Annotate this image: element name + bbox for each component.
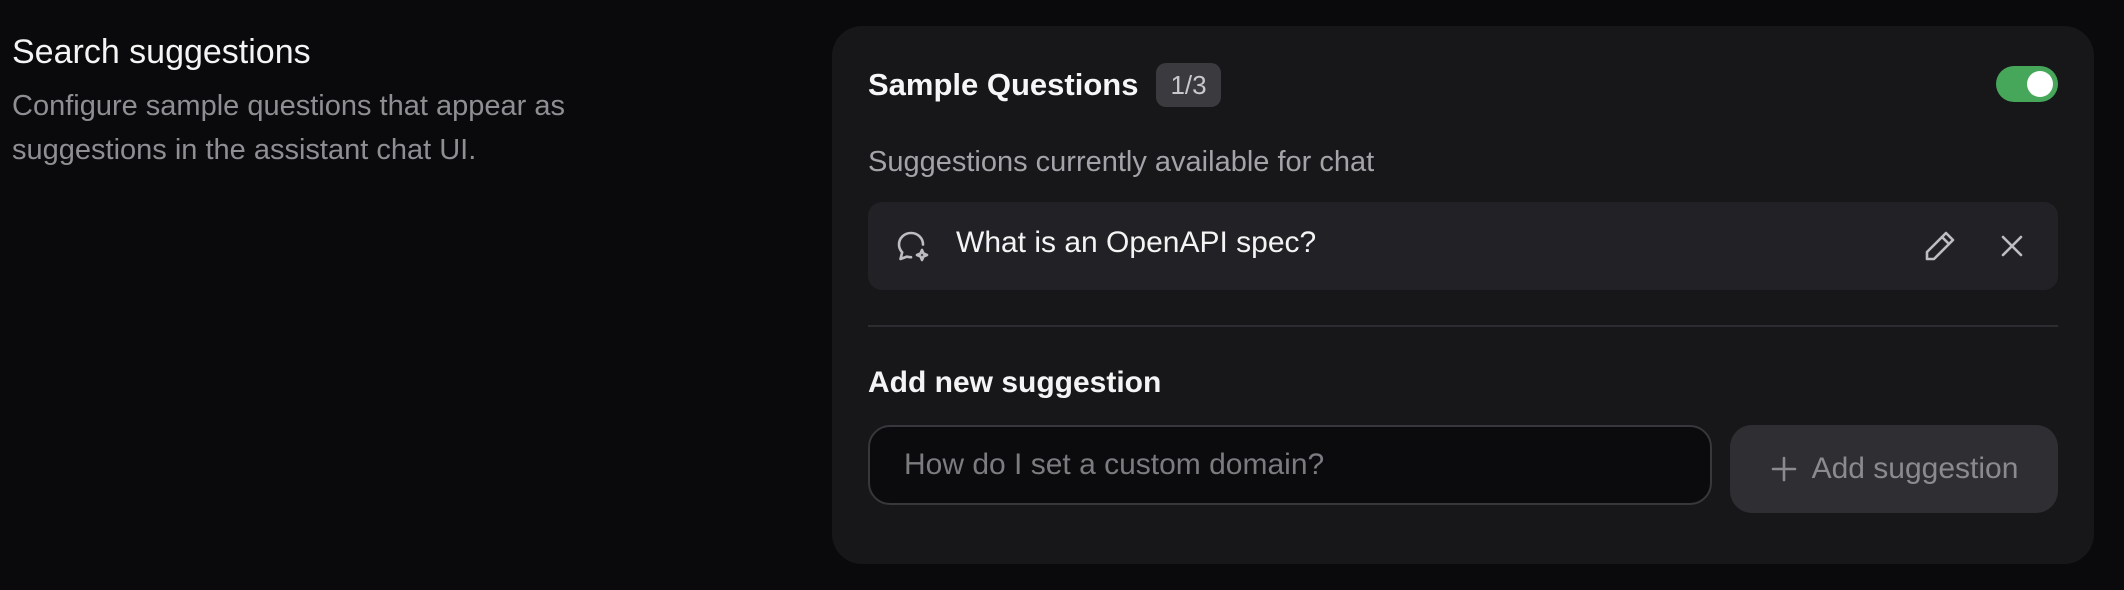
- suggestion-item: What is an OpenAPI spec?: [868, 202, 2058, 290]
- section-title: Search suggestions: [12, 33, 311, 71]
- add-suggestion-button[interactable]: Add suggestion: [1730, 425, 2058, 513]
- divider: [868, 325, 2058, 327]
- sample-questions-card: Sample Questions 1/3 Suggestions current…: [832, 26, 2094, 564]
- plus-icon: [1771, 456, 1796, 482]
- remove-suggestion-button[interactable]: [1992, 226, 2032, 266]
- card-header: Sample Questions 1/3: [868, 62, 2058, 108]
- new-suggestion-input[interactable]: [868, 425, 1712, 505]
- suggestion-text: What is an OpenAPI spec?: [956, 226, 1317, 259]
- card-title: Sample Questions: [868, 67, 1139, 102]
- add-suggestion-label: Add new suggestion: [868, 366, 1162, 399]
- enable-toggle[interactable]: [1996, 66, 2058, 102]
- edit-suggestion-button[interactable]: [1920, 226, 1960, 266]
- count-badge: 1/3: [1156, 63, 1221, 107]
- card-subtitle: Suggestions currently available for chat: [868, 146, 1375, 178]
- section-description: Configure sample questions that appear a…: [12, 90, 565, 166]
- add-suggestion-button-label: Add suggestion: [1811, 452, 2019, 485]
- settings-section-info: Search suggestions Configure sample ques…: [12, 30, 692, 172]
- chat-sparkle-icon: [897, 231, 929, 262]
- pencil-icon: [1925, 231, 1955, 261]
- toggle-knob: [2027, 71, 2053, 97]
- close-icon: [2001, 235, 2023, 257]
